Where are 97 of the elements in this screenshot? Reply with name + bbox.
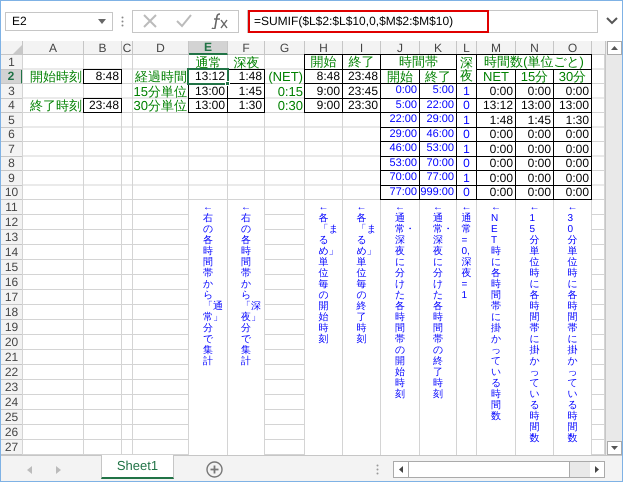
table-cell: 9:00 [304, 98, 343, 113]
table-cell: 77:00 [419, 170, 457, 186]
row-header[interactable]: 24 [1, 395, 23, 410]
row-header[interactable]: 26 [1, 425, 23, 440]
table-cell: 1:30 [227, 98, 265, 113]
cell-label: 30分単位 [133, 98, 188, 113]
scroll-right-icon[interactable] [590, 462, 604, 477]
cell-label: 開始時刻 [29, 70, 83, 84]
table-cell: 0:00 [553, 170, 592, 186]
cell-label: 0:30 [276, 98, 304, 113]
column-header[interactable]: J [381, 41, 420, 55]
column-header[interactable]: B [84, 41, 122, 55]
table-cell: 53:00 [419, 141, 457, 156]
table-cell: 9:00 [304, 83, 343, 98]
cell-label: 終了時刻 [29, 98, 83, 113]
scroll-left-icon[interactable] [394, 462, 408, 477]
row-header[interactable]: 3 [1, 84, 23, 98]
row-header[interactable]: 7 [1, 142, 23, 156]
row-header[interactable]: 19 [1, 320, 23, 335]
sheet-tab[interactable]: Sheet1 [101, 455, 174, 479]
row-header[interactable]: 23 [1, 380, 23, 395]
table-cell: 70:00 [380, 170, 420, 186]
table-cell: 77:00 [380, 184, 420, 200]
triangle-icon [13, 45, 22, 54]
table-header: 開始 [304, 54, 343, 70]
scroll-up-icon[interactable] [606, 41, 622, 55]
column-header[interactable]: I [343, 41, 381, 55]
table-cell: 0:00 [515, 184, 554, 200]
horizontal-scrollbar[interactable] [393, 461, 605, 478]
cell-label: 0:15 [278, 84, 304, 98]
table-header: 時間帯 [380, 54, 457, 70]
row-header[interactable]: 27 [1, 440, 23, 455]
table-header: 終了 [342, 54, 381, 70]
table-cell: 5:00 [419, 83, 457, 98]
table-cell: 13:00 [188, 98, 228, 113]
table-cell: 1:30 [553, 112, 592, 128]
table-cell: 23:48 [83, 98, 122, 113]
row-header[interactable]: 17 [1, 290, 23, 305]
scroll-thumb[interactable] [408, 462, 570, 477]
table-cell: 0:00 [553, 141, 592, 156]
table-cell: 0:00 [380, 83, 420, 98]
row-header[interactable]: 20 [1, 335, 23, 350]
column-header[interactable]: G [265, 41, 305, 55]
cell-label: (NET) [267, 70, 304, 84]
column-header[interactable]: K [420, 41, 457, 55]
more-icon [121, 16, 124, 26]
column-header[interactable]: H [305, 41, 343, 55]
row-header[interactable]: 15 [1, 260, 23, 275]
row-header[interactable]: 1 [1, 55, 23, 70]
more-icon [376, 464, 379, 475]
column-header[interactable]: C [122, 41, 133, 55]
fill-handle[interactable] [225, 81, 230, 86]
row-header[interactable]: 16 [1, 275, 23, 290]
column-heading: 通常 [194, 55, 222, 70]
column-header[interactable]: D [133, 41, 189, 55]
row-header[interactable]: 12 [1, 215, 23, 230]
row-header[interactable]: 18 [1, 305, 23, 320]
formula-text[interactable]: =SUMIF($L$2:$L$10,0,$M$2:$M$10) [248, 10, 489, 32]
table-cell: 0:00 [553, 184, 592, 200]
caret-icon [98, 18, 106, 24]
row-header[interactable]: 21 [1, 350, 23, 365]
table-cell: 8:48 [83, 68, 122, 84]
table-cell: 999:00 [419, 184, 457, 200]
table-header: 深夜 [456, 54, 477, 84]
row-header[interactable]: 13 [1, 230, 23, 245]
row-header[interactable]: 5 [1, 113, 23, 128]
scroll-down-icon[interactable] [606, 441, 622, 455]
column-header[interactable]: M [477, 41, 516, 55]
table-cell: 0:00 [476, 184, 516, 200]
column-header[interactable]: N [516, 41, 554, 55]
table-cell: 23:30 [342, 98, 381, 113]
vertical-scrollbar[interactable] [605, 41, 622, 455]
cell-label: 15分単位 [133, 84, 188, 98]
row-header[interactable]: 25 [1, 410, 23, 425]
column-header[interactable]: E [189, 41, 228, 55]
cell-label: 経過時間 [134, 70, 188, 84]
table-cell: 13:12 [188, 68, 228, 84]
check-icon[interactable] [176, 14, 192, 28]
function-icon[interactable] [210, 13, 229, 29]
table-cell: 46:00 [380, 141, 420, 156]
row-header[interactable]: 9 [1, 171, 23, 186]
table-header: 時間数(単位ごと) [476, 54, 592, 70]
row-header[interactable]: 11 [1, 200, 23, 215]
table-cell: 22:00 [380, 112, 420, 128]
row-header[interactable]: 14 [1, 245, 23, 260]
table-cell: 0:00 [553, 83, 592, 98]
table-cell: 29:00 [419, 112, 457, 128]
column-heading: 深夜 [232, 55, 260, 70]
column-header[interactable]: F [228, 41, 265, 55]
name-box[interactable]: E2 [5, 12, 113, 30]
column-header[interactable]: O [554, 41, 592, 55]
add-sheet-icon[interactable] [206, 461, 223, 478]
column-header[interactable]: L [457, 41, 477, 55]
expand-icon[interactable] [606, 17, 618, 25]
row-header[interactable]: 22 [1, 365, 23, 380]
column-header[interactable]: A [23, 41, 84, 55]
table-cell: 1:45 [227, 83, 265, 98]
